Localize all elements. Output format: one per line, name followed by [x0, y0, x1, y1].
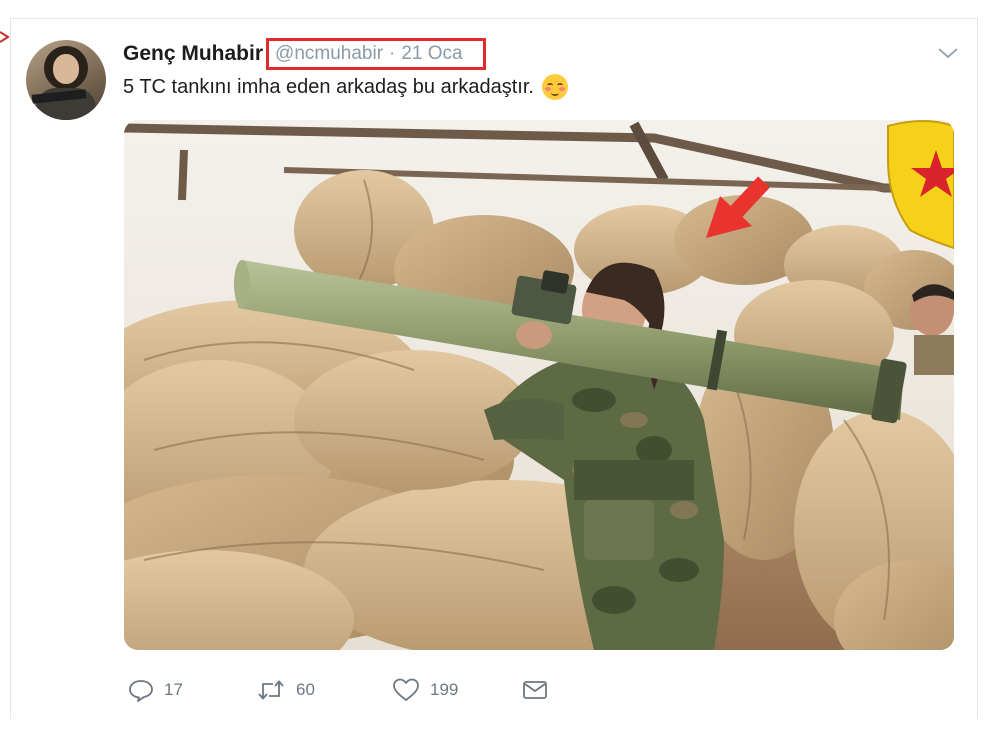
handle[interactable]: @ncmuhabir [275, 43, 383, 65]
reply-button[interactable]: 17 [128, 678, 256, 702]
red-corner-mark [0, 31, 10, 43]
display-name[interactable]: Genç Muhabir [123, 42, 263, 66]
retweet-count: 60 [296, 680, 315, 699]
retweet-icon [258, 680, 284, 700]
reply-count: 17 [164, 680, 183, 699]
direct-message-button[interactable] [522, 679, 548, 701]
retweet-button[interactable]: 60 [256, 678, 392, 702]
blushing-smiling-face-icon [541, 74, 568, 100]
like-count: 199 [430, 680, 459, 699]
reply-icon [129, 680, 153, 702]
tweet-header: Genç Muhabir @ncmuhabir · 21 Oca [123, 38, 486, 70]
tweet-text: 5 TC tankını imha eden arkadaş bu arkada… [123, 75, 534, 98]
tweet-date[interactable]: 21 Oca [401, 43, 462, 65]
tweet-photo[interactable] [124, 120, 954, 650]
photo-scene [124, 120, 954, 650]
separator: · [389, 43, 396, 64]
avatar[interactable] [26, 40, 106, 120]
tweet-text-row: 5 TC tankını imha eden arkadaş bu arkada… [123, 74, 568, 100]
like-button[interactable]: 199 [392, 678, 522, 702]
highlighted-handle-date: @ncmuhabir · 21 Oca [266, 38, 486, 70]
tweet-actions: 17 60 199 [128, 676, 548, 704]
direct-message-icon [523, 681, 547, 699]
heart-icon [393, 678, 419, 701]
chevron-down-icon[interactable] [936, 44, 960, 62]
